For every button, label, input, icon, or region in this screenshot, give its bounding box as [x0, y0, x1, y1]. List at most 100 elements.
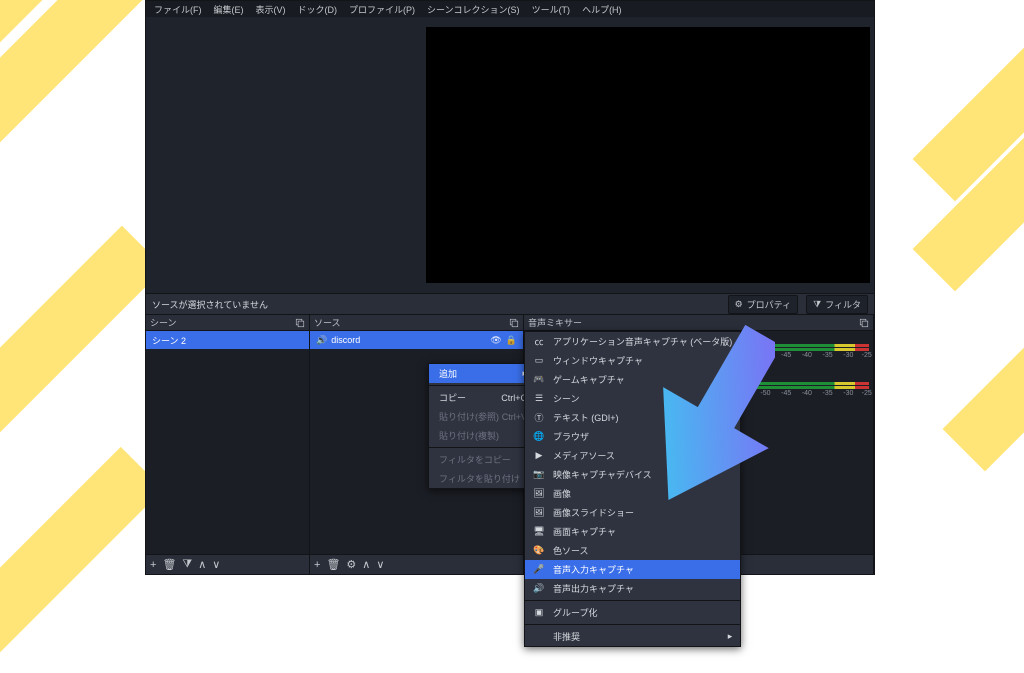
- submenu-audio-output[interactable]: 🔊音声出力キャプチャ: [525, 579, 740, 598]
- popout-icon[interactable]: [509, 318, 519, 328]
- menu-tools[interactable]: ツール(T): [528, 3, 575, 16]
- menu-help[interactable]: ヘルプ(H): [578, 3, 626, 16]
- ctx-add-label: 追加: [439, 367, 457, 380]
- filters-button[interactable]: ⧩ フィルタ: [806, 295, 868, 314]
- audio-icon: 🔊: [316, 335, 327, 346]
- text-icon: Ⓣ: [533, 411, 545, 424]
- submenu-label: ウィンドウキャプチャ: [553, 354, 643, 367]
- bottom-panels: シーン シーン 2 + 🗑 ⧩ ∧ ∨ ソース: [146, 315, 874, 574]
- submenu-app-audio[interactable]: ㏄アプリケーション音声キャプチャ (ベータ版): [525, 332, 740, 351]
- ctx-copy[interactable]: コピー Ctrl+C: [429, 388, 537, 407]
- submenu-color-source[interactable]: 🎨 色ソース: [525, 541, 740, 560]
- scene-item[interactable]: シーン 2: [146, 331, 309, 349]
- no-source-selected-label: ソースが選択されていません: [152, 298, 268, 311]
- sources-list[interactable]: 🔊 discord 👁 🔒 追加 ▸ コピー: [310, 331, 523, 554]
- audio-meter: [754, 382, 869, 385]
- scene-panel-title: シーン: [150, 316, 177, 329]
- audio-meter: [754, 348, 869, 351]
- captions-icon: ㏄: [533, 335, 545, 348]
- add-source-submenu: ㏄アプリケーション音声キャプチャ (ベータ版) ▭ ウィンドウキャプチャ 🎮ゲーム…: [524, 331, 741, 647]
- move-scene-up-button[interactable]: ∧: [198, 558, 206, 571]
- mixer-body: ㏄アプリケーション音声キャプチャ (ベータ版) ▭ ウィンドウキャプチャ 🎮ゲーム…: [524, 331, 873, 554]
- submenu-audio-input[interactable]: 🎤音声入力キャプチャ: [525, 560, 740, 579]
- submenu-display-capture[interactable]: 🖥 画面キャプチャ: [525, 522, 740, 541]
- submenu-slideshow[interactable]: 🖼 画像スライドショー: [525, 503, 740, 522]
- ctx-paste-filters[interactable]: フィルタを貼り付け: [429, 469, 537, 488]
- submenu-label: テキスト (GDI+): [553, 411, 618, 424]
- visibility-icon[interactable]: 👁: [490, 335, 501, 346]
- sources-context-menu: 追加 ▸ コピー Ctrl+C 貼り付け(参照) Ctrl+V 貼り付け(複製): [428, 363, 538, 489]
- submenu-scene[interactable]: ☰シーン: [525, 389, 740, 408]
- menu-view[interactable]: 表示(V): [252, 3, 290, 16]
- submenu-label: 色ソース: [553, 544, 589, 557]
- submenu-game-capture[interactable]: 🎮ゲームキャプチャ: [525, 370, 740, 389]
- audio-meter: [754, 386, 869, 389]
- sources-panel: ソース 🔊 discord 👁 🔒 追加 ▸: [310, 315, 524, 574]
- popout-icon[interactable]: [295, 318, 305, 328]
- sources-panel-header: ソース: [310, 315, 523, 331]
- window-icon: ▭: [533, 355, 545, 366]
- remove-source-button[interactable]: 🗑: [326, 558, 340, 571]
- scene-icon: ☰: [533, 393, 545, 404]
- submenu-label: ゲームキャプチャ: [553, 373, 625, 386]
- submenu-label: 画像スライドショー: [553, 506, 634, 519]
- scene-list[interactable]: シーン 2: [146, 331, 309, 554]
- submenu-window-capture[interactable]: ▭ ウィンドウキャプチャ: [525, 351, 740, 370]
- sources-panel-title: ソース: [314, 316, 341, 329]
- lock-icon[interactable]: 🔒: [506, 335, 517, 346]
- ctx-add[interactable]: 追加 ▸: [429, 364, 537, 383]
- ctx-copy-filters[interactable]: フィルタをコピー: [429, 450, 537, 469]
- submenu-label: 非推奨: [553, 630, 580, 643]
- menubar: ファイル(F) 編集(E) 表示(V) ドック(D) プロファイル(P) シーン…: [146, 1, 874, 17]
- add-scene-button[interactable]: +: [150, 559, 156, 571]
- ctx-paste-dup[interactable]: 貼り付け(複製): [429, 426, 537, 445]
- submenu-browser[interactable]: 🌐ブラウザ: [525, 427, 740, 446]
- sources-footer: + 🗑 ⚙ ∧ ∨: [310, 554, 523, 574]
- scene-footer: + 🗑 ⧩ ∧ ∨: [146, 554, 309, 574]
- submenu-video-capture[interactable]: 📷 映像キャプチャデバイス: [525, 465, 740, 484]
- play-icon: ▶: [533, 450, 545, 461]
- add-source-button[interactable]: +: [314, 559, 320, 571]
- submenu-label: 音声入力キャプチャ: [553, 563, 634, 576]
- menu-file[interactable]: ファイル(F): [150, 3, 206, 16]
- popout-icon[interactable]: [859, 318, 869, 328]
- ctx-copy-label: コピー: [439, 391, 466, 404]
- move-source-down-button[interactable]: ∨: [376, 558, 384, 571]
- submenu-label: グループ化: [553, 606, 597, 619]
- ctx-paste-ref-label: 貼り付け(参照): [439, 410, 499, 423]
- ctx-paste-ref[interactable]: 貼り付け(参照) Ctrl+V: [429, 407, 537, 426]
- source-item[interactable]: 🔊 discord 👁 🔒: [310, 331, 523, 349]
- gear-icon: ⚙: [735, 299, 743, 310]
- submenu-group[interactable]: ▣グループ化: [525, 603, 740, 622]
- filters-label: フィルタ: [825, 298, 861, 311]
- remove-scene-button[interactable]: 🗑: [162, 558, 176, 571]
- submenu-label: 画面キャプチャ: [553, 525, 616, 538]
- camera-icon: 📷: [533, 469, 545, 480]
- menu-edit[interactable]: 編集(E): [210, 3, 248, 16]
- source-settings-button[interactable]: ⚙: [346, 558, 356, 571]
- paint-icon: 🎨: [533, 545, 545, 556]
- source-item-label: discord: [331, 335, 360, 345]
- properties-button[interactable]: ⚙ プロパティ: [728, 295, 799, 314]
- submenu-label: 画像: [553, 487, 571, 500]
- globe-icon: 🌐: [533, 431, 545, 442]
- display-icon: 🖥: [533, 526, 545, 537]
- menu-scene-collection[interactable]: シーンコレクション(S): [423, 3, 524, 16]
- preview-canvas[interactable]: [426, 27, 870, 283]
- menu-profile[interactable]: プロファイル(P): [345, 3, 419, 16]
- meter-ticks: -50 -45 -40 -35 -30 -25: [754, 352, 869, 362]
- image-icon: 🖼: [533, 488, 545, 499]
- mixer-panel-header: 音声ミキサー: [524, 315, 873, 331]
- submenu-image[interactable]: 🖼 画像: [525, 484, 740, 503]
- submenu-deprecated[interactable]: 非推奨▸: [525, 627, 740, 646]
- slideshow-icon: 🖼: [533, 507, 545, 518]
- preview-area: [146, 17, 874, 293]
- move-source-up-button[interactable]: ∧: [362, 558, 370, 571]
- scene-filter-button[interactable]: ⧩: [182, 558, 192, 571]
- move-scene-down-button[interactable]: ∨: [212, 558, 220, 571]
- speaker-icon: 🔊: [533, 583, 545, 594]
- submenu-label: 映像キャプチャデバイス: [553, 468, 652, 481]
- submenu-media[interactable]: ▶メディアソース: [525, 446, 740, 465]
- submenu-text[interactable]: Ⓣ テキスト (GDI+): [525, 408, 740, 427]
- menu-dock[interactable]: ドック(D): [294, 3, 342, 16]
